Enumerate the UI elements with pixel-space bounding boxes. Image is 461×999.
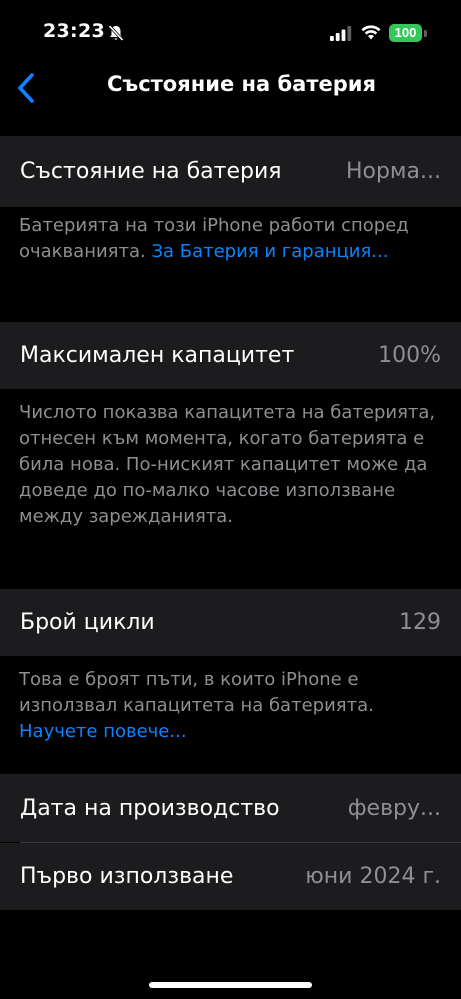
battery-level: 100 (394, 25, 417, 40)
battery-tip (424, 30, 427, 37)
manufacture-date-row: Дата на производство февру... (0, 774, 461, 842)
first-use-row: Първо използване юни 2024 г. (0, 843, 461, 910)
cycle-count-value: 129 (399, 610, 441, 635)
max-capacity-label: Максимален капацитет (20, 343, 295, 368)
battery-health-value: Норма... (345, 159, 441, 184)
battery-icon: 100 (389, 24, 422, 42)
first-use-value: юни 2024 г. (305, 864, 441, 889)
status-time: 23:23 (43, 20, 105, 42)
page-title: Състояние на батерия (107, 72, 376, 96)
battery-health-footer: Батерията на този iPhone работи според о… (19, 213, 439, 265)
battery-warranty-link[interactable]: За Батерия и гаранция... (151, 241, 388, 262)
battery-health-label: Състояние на батерия (20, 159, 282, 184)
status-bar: 23:23 100 (0, 0, 461, 64)
cycle-count-footer: Това е броят пъти, в които iPhone е изпо… (19, 667, 439, 745)
max-capacity-footer: Числото показва капацитета на батерията,… (19, 402, 436, 527)
bell-slash-icon (108, 24, 124, 42)
first-use-label: Първо използване (20, 864, 234, 889)
max-capacity-value: 100% (378, 343, 441, 368)
cycle-count-row: Брой цикли 129 (0, 589, 461, 656)
wifi-icon (361, 25, 381, 40)
battery-health-row[interactable]: Състояние на батерия Норма... (0, 136, 461, 207)
cycle-count-description: Това е броят пъти, в които iPhone е изпо… (19, 669, 374, 716)
manufacture-date-value: февру... (347, 795, 441, 821)
max-capacity-row: Максимален капацитет 100% (0, 322, 461, 389)
learn-more-link[interactable]: Научете повече... (19, 721, 187, 742)
cycle-count-label: Брой цикли (20, 610, 155, 635)
home-indicator[interactable] (149, 982, 312, 988)
manufacture-date-label: Дата на производство (20, 795, 280, 821)
cellular-signal-icon (330, 26, 352, 41)
